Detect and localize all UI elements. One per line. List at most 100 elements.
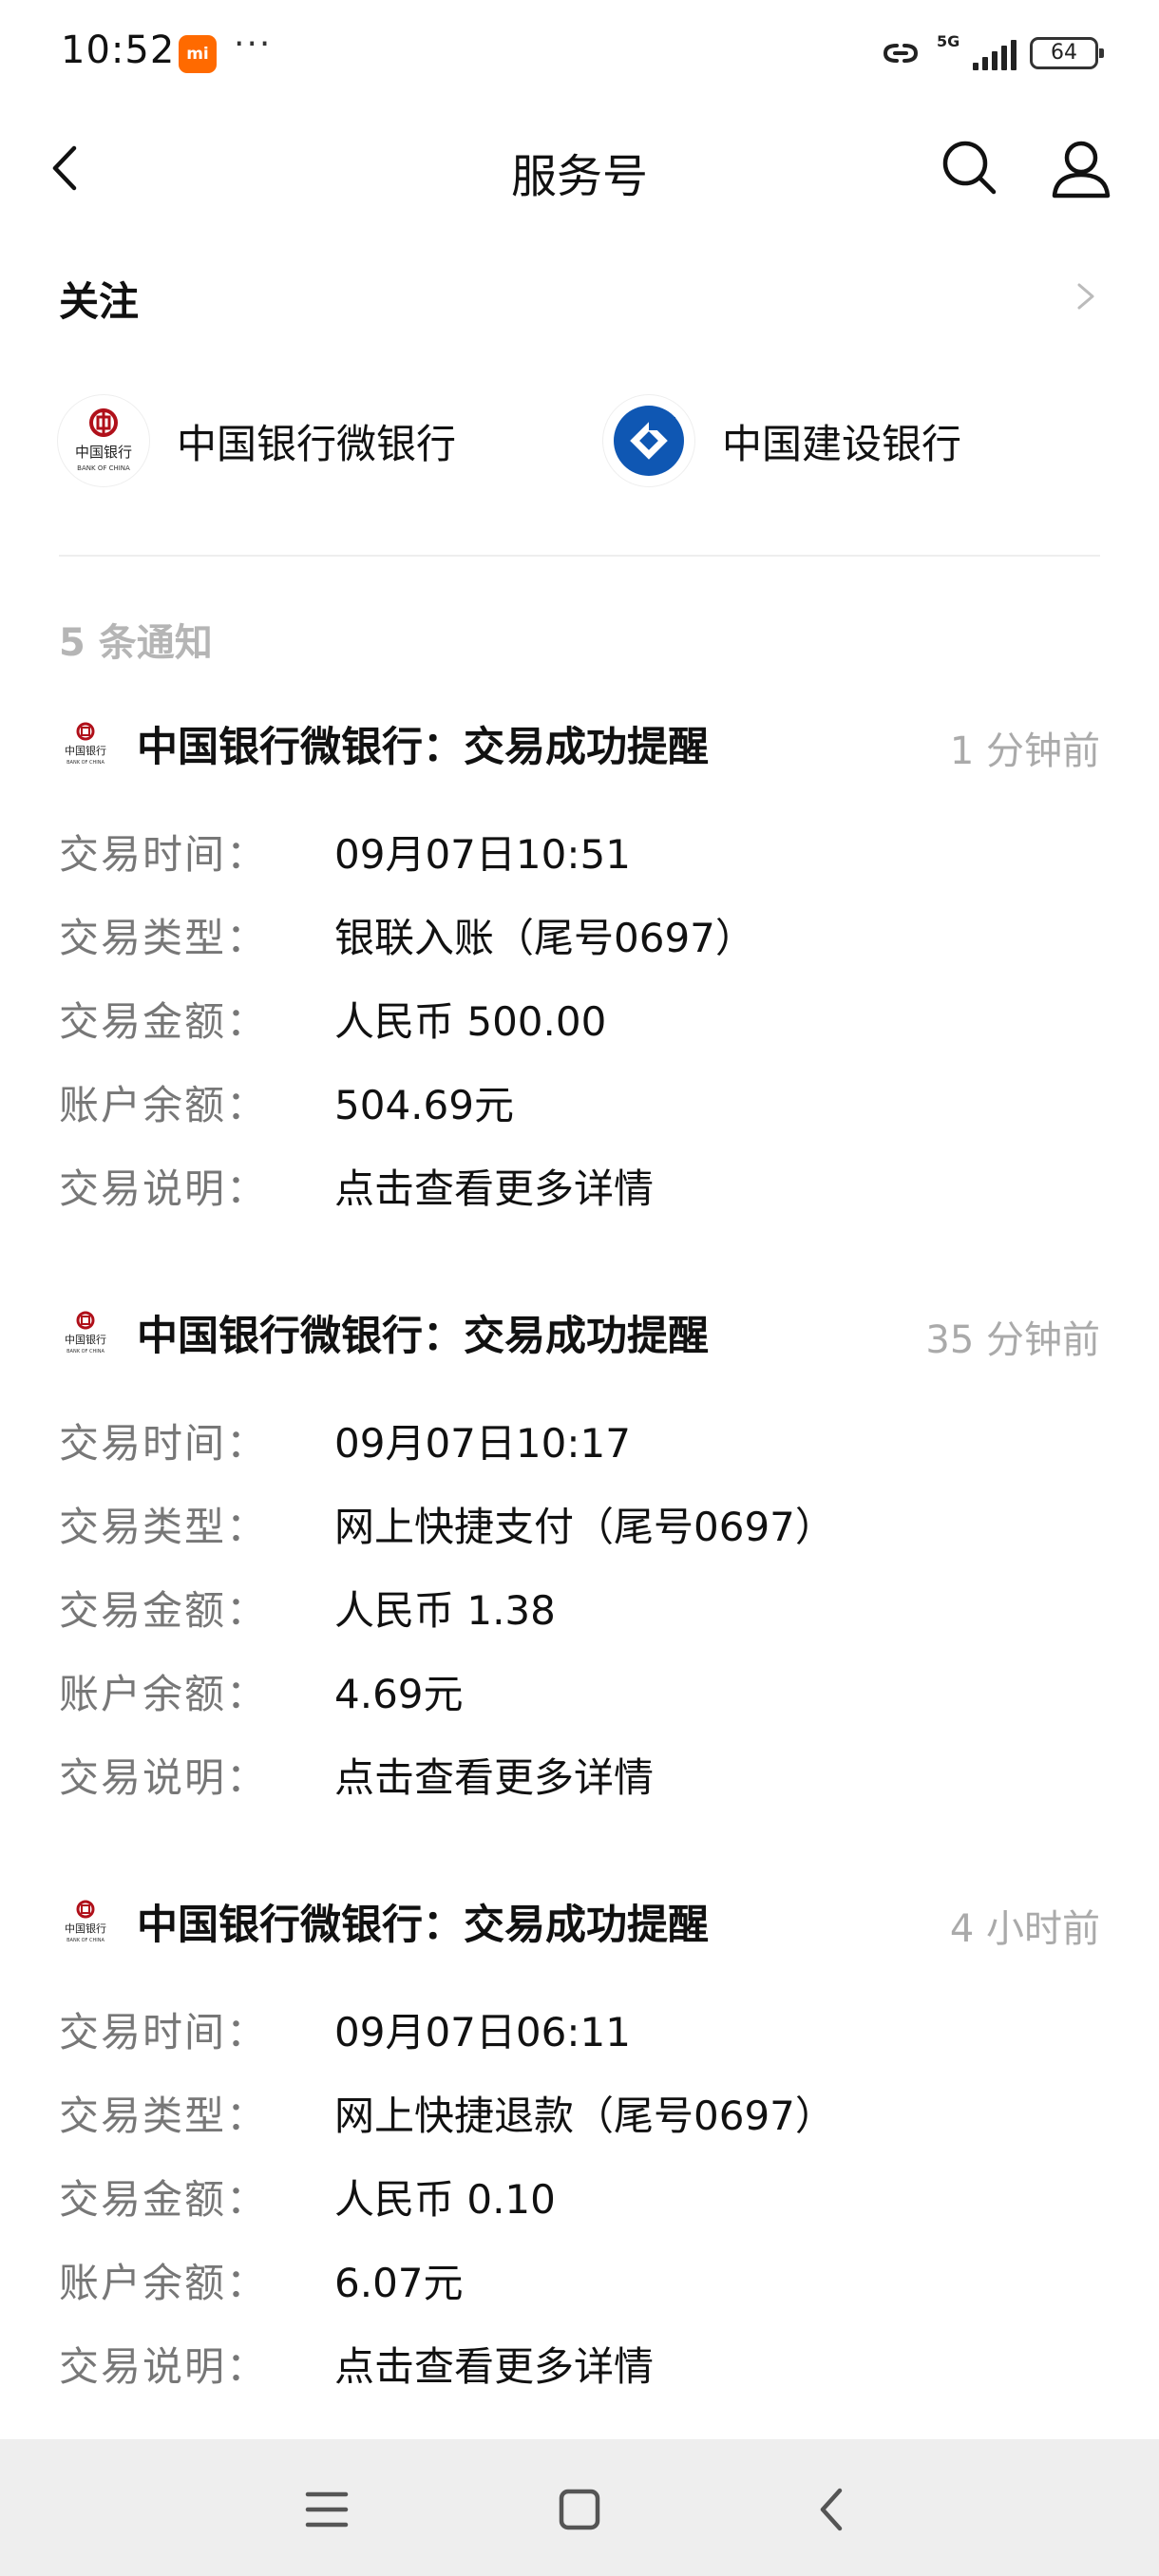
notification-card[interactable]: 中国银行 BANK OF CHINA 中国银行微银行：交易成功提醒 4 小时前 … [59, 1888, 1100, 2399]
detail-value: 6.07元 [334, 2260, 464, 2306]
notice-count: 5 条通知 [59, 621, 213, 665]
follow-section-header[interactable]: 关注 [59, 270, 1104, 331]
back-icon [820, 2488, 843, 2531]
boc-logo-icon: 中国银行 BANK OF CHINA [59, 1306, 112, 1359]
status-icons: 5G 64 [878, 31, 1104, 75]
detail-value: 网上快捷退款（尾号0697） [334, 2093, 835, 2139]
detail-value: 504.69元 [334, 1082, 514, 1128]
battery-icon: 64 [1030, 37, 1104, 69]
detail-label: 账户余额： [59, 2260, 269, 2306]
detail-value: 点击查看更多详情 [334, 1165, 655, 1212]
notification-title: 中国银行微银行：交易成功提醒 [137, 1313, 709, 1360]
detail-row: 交易时间： 09月07日06:11 [59, 1981, 1100, 2065]
follow-account-ccb[interactable]: 中国建设银行 [602, 393, 961, 488]
detail-row: 账户余额： 504.69元 [59, 1054, 1100, 1138]
detail-label: 交易说明： [59, 1165, 269, 1212]
follow-title: 关注 [59, 278, 140, 325]
detail-label: 账户余额： [59, 1082, 269, 1128]
detail-value: 09月07日10:17 [334, 1420, 631, 1467]
boc-logo-icon: 中国银行 BANK OF CHINA [57, 394, 150, 487]
person-icon [1052, 141, 1111, 199]
nav-back-button[interactable] [794, 2472, 870, 2548]
ccb-logo-icon [602, 394, 695, 487]
notification-time: 1 分钟前 [949, 729, 1100, 773]
follow-account-name: 中国建设银行 [722, 420, 962, 467]
detail-row: 交易金额： 人民币 1.38 [59, 1560, 1100, 1643]
detail-value: 点击查看更多详情 [334, 2343, 655, 2390]
detail-label: 交易时间： [59, 831, 269, 878]
detail-label: 交易时间： [59, 1420, 269, 1467]
detail-value: 09月07日10:51 [334, 831, 631, 878]
notification-header: 中国银行 BANK OF CHINA 中国银行微银行：交易成功提醒 35 分钟前 [59, 1299, 1100, 1366]
search-button[interactable] [935, 133, 1003, 201]
notification-title: 中国银行微银行：交易成功提醒 [137, 724, 709, 771]
notification-time: 4 小时前 [949, 1907, 1100, 1951]
detail-label: 交易时间： [59, 2009, 269, 2055]
detail-row: 交易时间： 09月07日10:51 [59, 804, 1100, 887]
svg-text:BANK OF CHINA: BANK OF CHINA [66, 760, 104, 766]
boc-logo-icon: 中国银行 BANK OF CHINA [59, 717, 112, 770]
follow-account-boc[interactable]: 中国银行 BANK OF CHINA 中国银行微银行 [57, 393, 456, 488]
notification-header: 中国银行 BANK OF CHINA 中国银行微银行：交易成功提醒 1 分钟前 [59, 710, 1100, 777]
detail-row: 交易说明： 点击查看更多详情 [59, 2316, 1100, 2399]
network-type: 5G [937, 32, 960, 50]
link-icon [883, 44, 919, 63]
svg-text:中国银行: 中国银行 [65, 744, 106, 757]
detail-value: 人民币 1.38 [334, 1587, 556, 1634]
detail-value: 网上快捷支付（尾号0697） [334, 1504, 835, 1550]
menu-icon [305, 2491, 349, 2528]
header: 服务号 [0, 114, 1159, 218]
search-icon [942, 141, 997, 195]
detail-value: 银联入账（尾号0697） [334, 915, 755, 961]
detail-row: 交易类型： 银联入账（尾号0697） [59, 887, 1100, 971]
detail-label: 交易类型： [59, 915, 269, 961]
notification-card[interactable]: 中国银行 BANK OF CHINA 中国银行微银行：交易成功提醒 1 分钟前 … [59, 710, 1100, 1222]
more-notifications-icon: ··· [234, 25, 273, 64]
mi-app-icon: mi [179, 35, 217, 73]
detail-value: 09月07日06:11 [334, 2009, 631, 2055]
detail-row: 账户余额： 6.07元 [59, 2232, 1100, 2316]
notification-time: 35 分钟前 [925, 1318, 1100, 1362]
detail-value: 点击查看更多详情 [334, 1754, 655, 1801]
system-nav-bar [0, 2439, 1159, 2576]
svg-text:中国银行: 中国银行 [75, 444, 132, 461]
divider [59, 555, 1100, 557]
detail-label: 交易类型： [59, 1504, 269, 1550]
detail-row: 交易时间： 09月07日10:17 [59, 1392, 1100, 1476]
detail-row: 账户余额： 4.69元 [59, 1643, 1100, 1727]
detail-row: 交易金额： 人民币 500.00 [59, 971, 1100, 1054]
profile-button[interactable] [1045, 133, 1117, 205]
detail-value: 4.69元 [334, 1671, 464, 1717]
recent-apps-button[interactable] [289, 2472, 365, 2548]
detail-label: 账户余额： [59, 1671, 269, 1717]
detail-row: 交易说明： 点击查看更多详情 [59, 1727, 1100, 1810]
detail-row: 交易金额： 人民币 0.10 [59, 2149, 1100, 2232]
home-icon [559, 2489, 600, 2530]
boc-logo-icon: 中国银行 BANK OF CHINA [59, 1895, 112, 1948]
detail-label: 交易类型： [59, 2093, 269, 2139]
detail-row: 交易类型： 网上快捷退款（尾号0697） [59, 2065, 1100, 2149]
status-time: 10:52 [61, 28, 176, 72]
detail-label: 交易金额： [59, 2176, 269, 2223]
detail-value: 人民币 0.10 [334, 2176, 556, 2223]
detail-label: 交易金额： [59, 998, 269, 1045]
detail-row: 交易类型： 网上快捷支付（尾号0697） [59, 1476, 1100, 1560]
notification-header: 中国银行 BANK OF CHINA 中国银行微银行：交易成功提醒 4 小时前 [59, 1888, 1100, 1955]
notification-title: 中国银行微银行：交易成功提醒 [137, 1902, 709, 1949]
svg-text:中国银行: 中国银行 [65, 1922, 106, 1935]
svg-text:BANK OF CHINA: BANK OF CHINA [66, 1349, 104, 1354]
svg-text:BANK OF CHINA: BANK OF CHINA [77, 464, 130, 472]
notification-card[interactable]: 中国银行 BANK OF CHINA 中国银行微银行：交易成功提醒 35 分钟前… [59, 1299, 1100, 1810]
detail-row: 交易说明： 点击查看更多详情 [59, 1138, 1100, 1222]
follow-account-name: 中国银行微银行 [177, 420, 457, 467]
detail-label: 交易说明： [59, 2343, 269, 2390]
signal-icon: 5G [937, 32, 1016, 70]
detail-value: 人民币 500.00 [334, 998, 607, 1045]
home-button[interactable] [542, 2472, 618, 2548]
detail-label: 交易说明： [59, 1754, 269, 1801]
chevron-right-icon [1077, 283, 1094, 310]
svg-text:中国银行: 中国银行 [65, 1333, 106, 1346]
status-bar: 10:52 mi ··· 5G 64 [0, 0, 1159, 104]
svg-text:BANK OF CHINA: BANK OF CHINA [66, 1938, 104, 1943]
detail-label: 交易金额： [59, 1587, 269, 1634]
